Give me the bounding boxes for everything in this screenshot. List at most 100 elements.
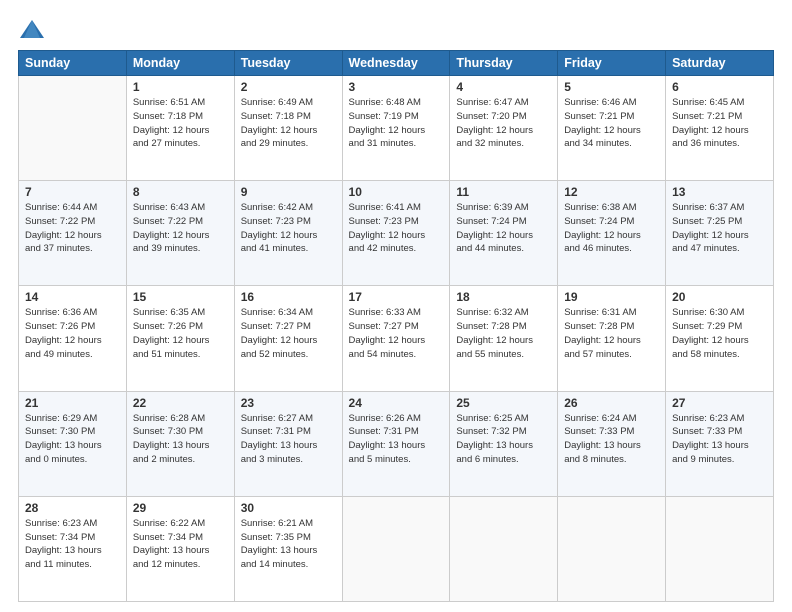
day-number: 20 — [672, 290, 767, 304]
day-number: 8 — [133, 185, 228, 199]
calendar-week-4: 21 Sunrise: 6:29 AM Sunset: 7:30 PM Dayli… — [19, 391, 774, 496]
day-info: Sunrise: 6:44 AM Sunset: 7:22 PM Dayligh… — [25, 201, 120, 256]
calendar-cell: 10 Sunrise: 6:41 AM Sunset: 7:23 PM Dayli… — [342, 181, 450, 286]
calendar-cell: 28 Sunrise: 6:23 AM Sunset: 7:34 PM Dayli… — [19, 496, 127, 601]
day-number: 19 — [564, 290, 659, 304]
calendar-cell: 11 Sunrise: 6:39 AM Sunset: 7:24 PM Dayli… — [450, 181, 558, 286]
calendar-cell: 17 Sunrise: 6:33 AM Sunset: 7:27 PM Dayli… — [342, 286, 450, 391]
day-info: Sunrise: 6:51 AM Sunset: 7:18 PM Dayligh… — [133, 96, 228, 151]
day-number: 2 — [241, 80, 336, 94]
calendar-cell: 8 Sunrise: 6:43 AM Sunset: 7:22 PM Daylig… — [126, 181, 234, 286]
calendar-cell — [666, 496, 774, 601]
calendar-week-3: 14Sunrise: 6:36 AM Sunset: 7:26 PM Dayli… — [19, 286, 774, 391]
calendar-cell — [558, 496, 666, 601]
day-number: 15 — [133, 290, 228, 304]
calendar-cell: 30Sunrise: 6:21 AM Sunset: 7:35 PM Dayli… — [234, 496, 342, 601]
day-info: Sunrise: 6:30 AM Sunset: 7:29 PM Dayligh… — [672, 306, 767, 361]
calendar-cell: 15 Sunrise: 6:35 AM Sunset: 7:26 PM Dayli… — [126, 286, 234, 391]
calendar-cell: 14Sunrise: 6:36 AM Sunset: 7:26 PM Dayli… — [19, 286, 127, 391]
day-number: 4 — [456, 80, 551, 94]
day-number: 7 — [25, 185, 120, 199]
day-number: 28 — [25, 501, 120, 515]
day-info: Sunrise: 6:23 AM Sunset: 7:34 PM Dayligh… — [25, 517, 120, 572]
weekday-header-sunday: Sunday — [19, 51, 127, 76]
day-info: Sunrise: 6:29 AM Sunset: 7:30 PM Dayligh… — [25, 412, 120, 467]
calendar-week-1: 1 Sunrise: 6:51 AM Sunset: 7:18 PM Daylig… — [19, 76, 774, 181]
calendar-cell: 26 Sunrise: 6:24 AM Sunset: 7:33 PM Dayli… — [558, 391, 666, 496]
calendar-cell: 18Sunrise: 6:32 AM Sunset: 7:28 PM Dayli… — [450, 286, 558, 391]
calendar-cell: 25 Sunrise: 6:25 AM Sunset: 7:32 PM Dayli… — [450, 391, 558, 496]
day-number: 16 — [241, 290, 336, 304]
day-number: 27 — [672, 396, 767, 410]
day-number: 9 — [241, 185, 336, 199]
weekday-header-monday: Monday — [126, 51, 234, 76]
weekday-header-saturday: Saturday — [666, 51, 774, 76]
day-number: 10 — [349, 185, 444, 199]
day-info: Sunrise: 6:31 AM Sunset: 7:28 PM Dayligh… — [564, 306, 659, 361]
day-info: Sunrise: 6:48 AM Sunset: 7:19 PM Dayligh… — [349, 96, 444, 151]
day-info: Sunrise: 6:43 AM Sunset: 7:22 PM Dayligh… — [133, 201, 228, 256]
day-number: 30 — [241, 501, 336, 515]
day-number: 11 — [456, 185, 551, 199]
day-info: Sunrise: 6:24 AM Sunset: 7:33 PM Dayligh… — [564, 412, 659, 467]
day-info: Sunrise: 6:36 AM Sunset: 7:26 PM Dayligh… — [25, 306, 120, 361]
calendar-cell: 16 Sunrise: 6:34 AM Sunset: 7:27 PM Dayli… — [234, 286, 342, 391]
day-number: 26 — [564, 396, 659, 410]
calendar-cell: 23 Sunrise: 6:27 AM Sunset: 7:31 PM Dayli… — [234, 391, 342, 496]
calendar-cell: 19 Sunrise: 6:31 AM Sunset: 7:28 PM Dayli… — [558, 286, 666, 391]
day-number: 13 — [672, 185, 767, 199]
calendar-cell: 2Sunrise: 6:49 AM Sunset: 7:18 PM Daylig… — [234, 76, 342, 181]
day-info: Sunrise: 6:38 AM Sunset: 7:24 PM Dayligh… — [564, 201, 659, 256]
day-info: Sunrise: 6:33 AM Sunset: 7:27 PM Dayligh… — [349, 306, 444, 361]
calendar-cell: 21 Sunrise: 6:29 AM Sunset: 7:30 PM Dayli… — [19, 391, 127, 496]
day-info: Sunrise: 6:25 AM Sunset: 7:32 PM Dayligh… — [456, 412, 551, 467]
day-number: 23 — [241, 396, 336, 410]
calendar-cell: 12Sunrise: 6:38 AM Sunset: 7:24 PM Dayli… — [558, 181, 666, 286]
day-number: 29 — [133, 501, 228, 515]
weekday-header-row: SundayMondayTuesdayWednesdayThursdayFrid… — [19, 51, 774, 76]
day-info: Sunrise: 6:45 AM Sunset: 7:21 PM Dayligh… — [672, 96, 767, 151]
day-number: 21 — [25, 396, 120, 410]
day-number: 1 — [133, 80, 228, 94]
logo — [18, 18, 50, 40]
day-info: Sunrise: 6:26 AM Sunset: 7:31 PM Dayligh… — [349, 412, 444, 467]
logo-icon — [18, 18, 46, 40]
calendar-cell — [450, 496, 558, 601]
day-info: Sunrise: 6:23 AM Sunset: 7:33 PM Dayligh… — [672, 412, 767, 467]
calendar-cell: 4 Sunrise: 6:47 AM Sunset: 7:20 PM Daylig… — [450, 76, 558, 181]
day-info: Sunrise: 6:46 AM Sunset: 7:21 PM Dayligh… — [564, 96, 659, 151]
calendar-cell: 29 Sunrise: 6:22 AM Sunset: 7:34 PM Dayli… — [126, 496, 234, 601]
calendar-cell: 13Sunrise: 6:37 AM Sunset: 7:25 PM Dayli… — [666, 181, 774, 286]
weekday-header-friday: Friday — [558, 51, 666, 76]
day-info: Sunrise: 6:32 AM Sunset: 7:28 PM Dayligh… — [456, 306, 551, 361]
day-number: 24 — [349, 396, 444, 410]
calendar-week-2: 7 Sunrise: 6:44 AM Sunset: 7:22 PM Daylig… — [19, 181, 774, 286]
calendar-cell — [19, 76, 127, 181]
calendar-week-5: 28 Sunrise: 6:23 AM Sunset: 7:34 PM Dayli… — [19, 496, 774, 601]
calendar-cell — [342, 496, 450, 601]
calendar-cell: 27 Sunrise: 6:23 AM Sunset: 7:33 PM Dayli… — [666, 391, 774, 496]
calendar-cell: 7 Sunrise: 6:44 AM Sunset: 7:22 PM Daylig… — [19, 181, 127, 286]
header — [18, 18, 774, 40]
weekday-header-tuesday: Tuesday — [234, 51, 342, 76]
day-info: Sunrise: 6:47 AM Sunset: 7:20 PM Dayligh… — [456, 96, 551, 151]
calendar-cell: 3Sunrise: 6:48 AM Sunset: 7:19 PM Daylig… — [342, 76, 450, 181]
day-info: Sunrise: 6:42 AM Sunset: 7:23 PM Dayligh… — [241, 201, 336, 256]
page: SundayMondayTuesdayWednesdayThursdayFrid… — [0, 0, 792, 612]
calendar-cell: 5Sunrise: 6:46 AM Sunset: 7:21 PM Daylig… — [558, 76, 666, 181]
day-number: 17 — [349, 290, 444, 304]
weekday-header-wednesday: Wednesday — [342, 51, 450, 76]
day-info: Sunrise: 6:28 AM Sunset: 7:30 PM Dayligh… — [133, 412, 228, 467]
calendar-cell: 1 Sunrise: 6:51 AM Sunset: 7:18 PM Daylig… — [126, 76, 234, 181]
day-info: Sunrise: 6:27 AM Sunset: 7:31 PM Dayligh… — [241, 412, 336, 467]
calendar-cell: 22Sunrise: 6:28 AM Sunset: 7:30 PM Dayli… — [126, 391, 234, 496]
day-info: Sunrise: 6:22 AM Sunset: 7:34 PM Dayligh… — [133, 517, 228, 572]
day-info: Sunrise: 6:35 AM Sunset: 7:26 PM Dayligh… — [133, 306, 228, 361]
day-info: Sunrise: 6:39 AM Sunset: 7:24 PM Dayligh… — [456, 201, 551, 256]
calendar-cell: 9 Sunrise: 6:42 AM Sunset: 7:23 PM Daylig… — [234, 181, 342, 286]
day-number: 25 — [456, 396, 551, 410]
calendar-table: SundayMondayTuesdayWednesdayThursdayFrid… — [18, 50, 774, 602]
day-info: Sunrise: 6:34 AM Sunset: 7:27 PM Dayligh… — [241, 306, 336, 361]
day-number: 6 — [672, 80, 767, 94]
day-info: Sunrise: 6:41 AM Sunset: 7:23 PM Dayligh… — [349, 201, 444, 256]
